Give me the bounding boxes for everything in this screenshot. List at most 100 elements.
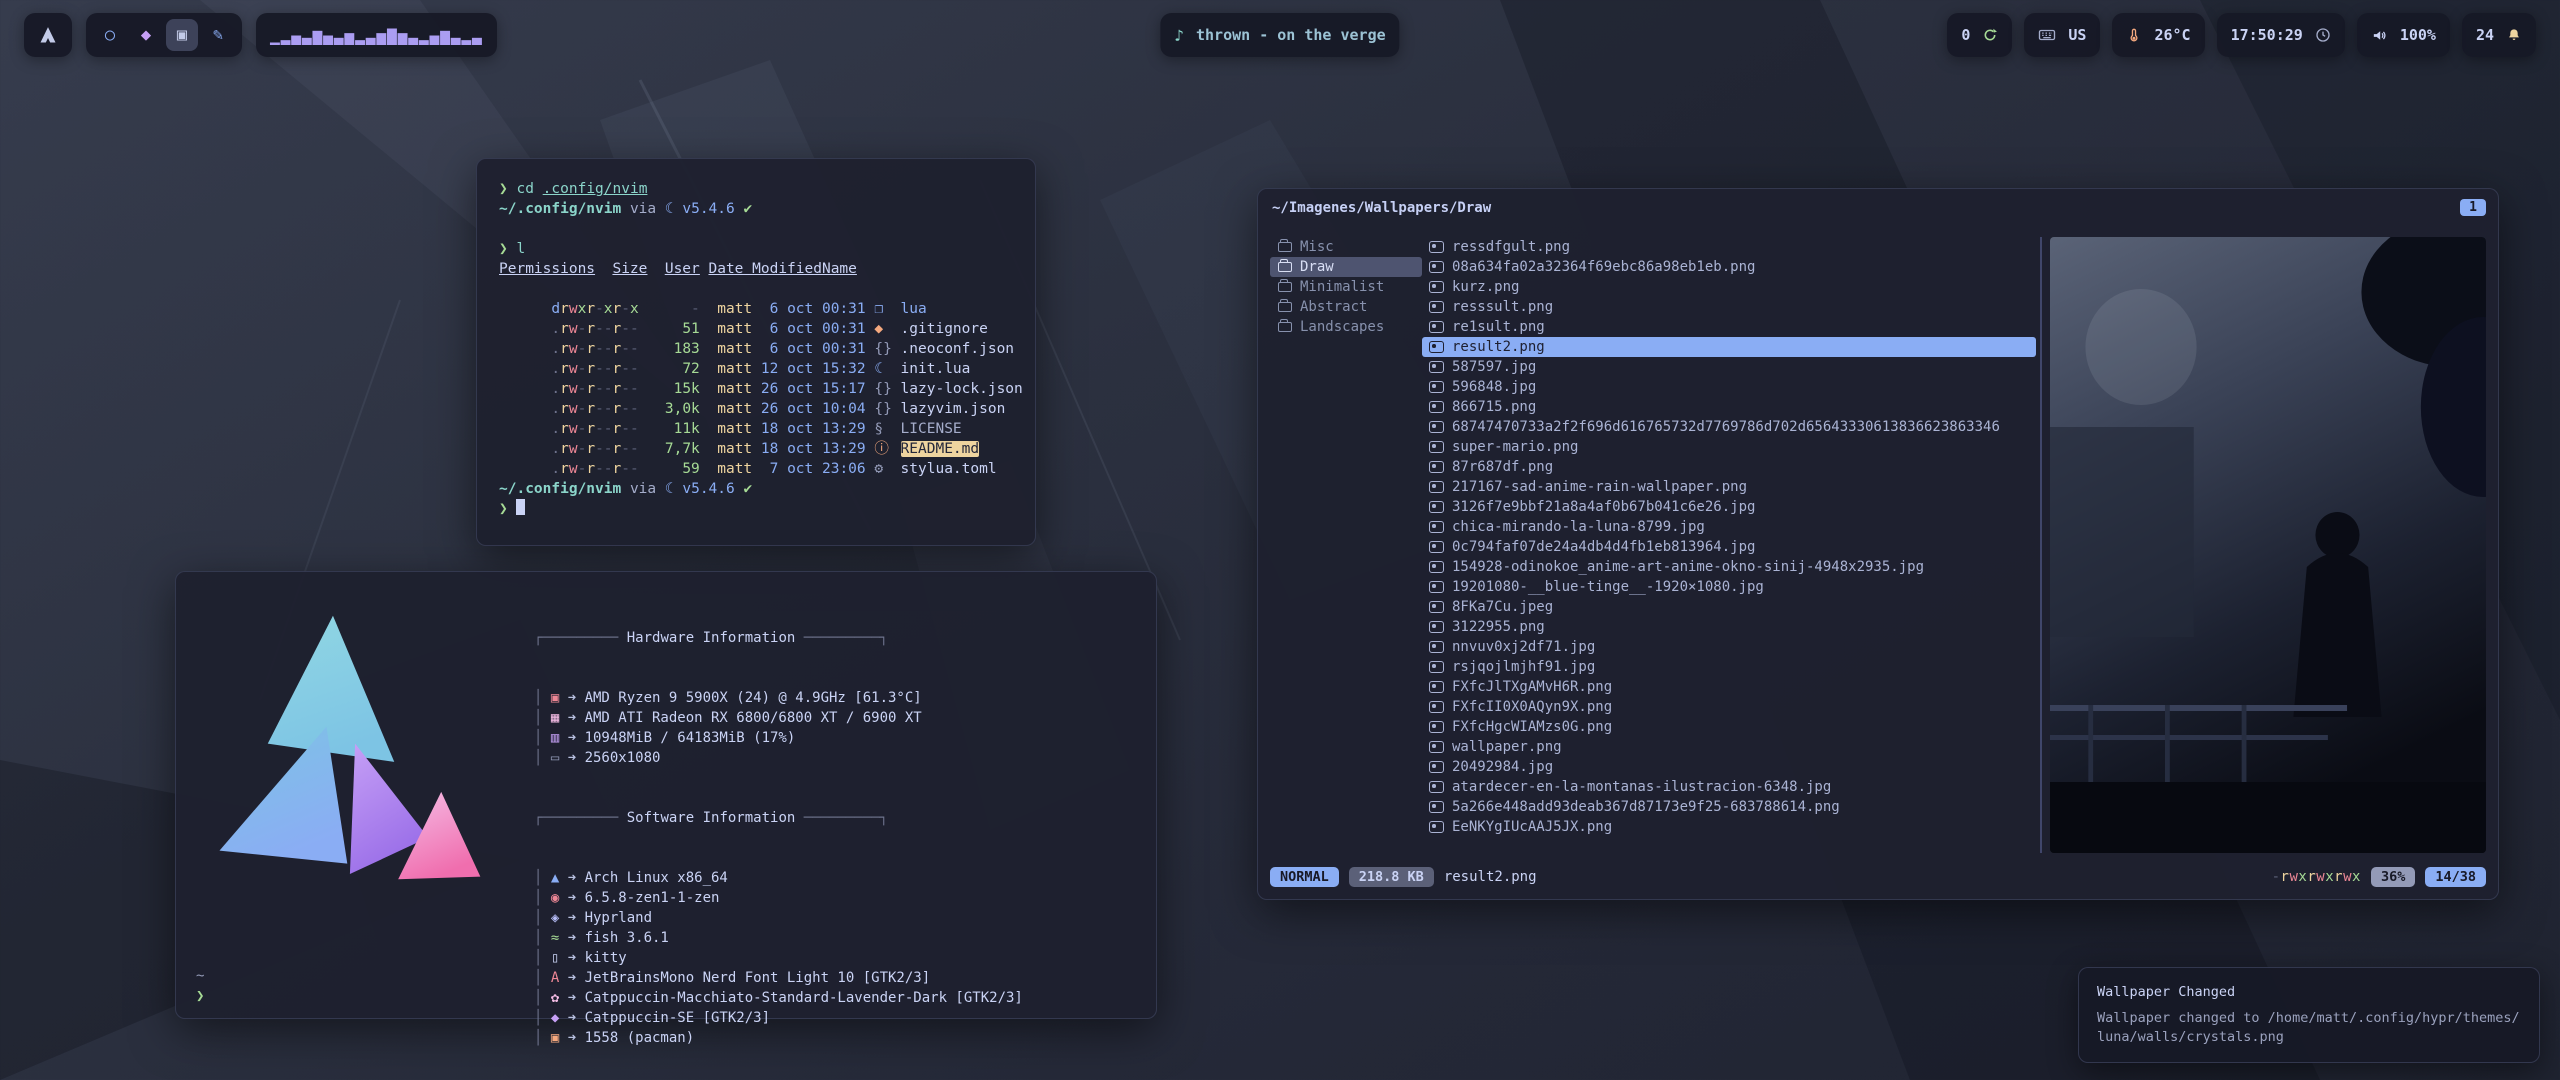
keyboard-layout-module[interactable]: US (2024, 13, 2100, 57)
file-name: 5a266e448add93deab367d87173e9f25-6837886… (1452, 799, 1840, 815)
file-permissions: -rwxrwxrwx (2272, 869, 2361, 885)
fetch-prompt[interactable]: ~ ❯ (196, 966, 204, 1006)
arrow-icon: ➜ (568, 950, 576, 966)
file-item[interactable]: super-mario.png (1422, 437, 2036, 457)
prompt-path-line: ~/.config/nvim via ☾ v5.4.6 ✔ (499, 199, 1013, 219)
file-size: 72 (656, 359, 700, 379)
fetch-info-row: │A➜JetBrainsMono Nerd Font Light 10 [GTK… (534, 968, 1023, 988)
preview-image (2050, 237, 2486, 853)
file-item[interactable]: 20492984.jpg (1422, 757, 2036, 777)
launcher-module[interactable] (24, 13, 72, 57)
directory-name: Draw (1300, 259, 1334, 275)
workspace-browser[interactable]: ○ (94, 19, 126, 51)
file-name: nnvuv0xj2df71.jpg (1452, 639, 1595, 655)
tab-badge[interactable]: 1 (2460, 199, 2486, 216)
file-item[interactable]: 3122955.png (1422, 617, 2036, 637)
updates-module[interactable]: 0 (1947, 13, 2012, 57)
info-text: 1558 (pacman) (585, 1030, 695, 1046)
workspace-editor[interactable]: ◆ (130, 19, 162, 51)
file-item[interactable]: rsjqojlmjhf91.jpg (1422, 657, 2036, 677)
workspace-draw[interactable]: ✎ (202, 19, 234, 51)
file-owner: matt (717, 439, 761, 459)
file-item[interactable]: 587597.jpg (1422, 357, 2036, 377)
music-note-icon: ♪ (1174, 26, 1184, 45)
info-text: AMD ATI Radeon RX 6800/6800 XT / 6900 XT (585, 710, 922, 726)
file-name: 596848.jpg (1452, 379, 1536, 395)
file-owner: matt (717, 399, 761, 419)
current-directory: ~/.config/nvim (499, 201, 621, 217)
file-manager-header: ~/Imagenes/Wallpapers/Draw 1 (1272, 199, 2486, 216)
cava-bars: ▁▂▄▃▆▄▃▅▂▃▅▇▅▃▂▄▆▃▂▃ (270, 28, 483, 44)
file-item[interactable]: FXfcHgcWIAMzs0G.png (1422, 717, 2036, 737)
file-name: result2.png (1452, 339, 1545, 355)
fastfetch-window[interactable]: ┌───────── Hardware Information ────────… (175, 571, 1157, 1019)
media-player-module[interactable]: ♪ thrown - on the verge (1160, 13, 1399, 57)
arrow-icon: ➜ (568, 870, 576, 886)
directory-item[interactable]: Draw (1270, 257, 1422, 277)
file-name: 3122955.png (1452, 619, 1545, 635)
file-item[interactable]: 5a266e448add93deab367d87173e9f25-6837886… (1422, 797, 2036, 817)
file-manager-window[interactable]: ~/Imagenes/Wallpapers/Draw 1 Misc Draw M… (1257, 188, 2499, 900)
check-icon: ✔ (743, 201, 752, 217)
file-item[interactable]: 217167-sad-anime-rain-wallpaper.png (1422, 477, 2036, 497)
file-item[interactable]: 19201080-__blue-tinge__-1920×1080.jpg (1422, 577, 2036, 597)
file-size: - (656, 299, 700, 319)
directory-item[interactable]: Landscapes (1270, 317, 1422, 337)
scroll-percent-badge: 36% (2371, 867, 2415, 887)
notification-toast[interactable]: Wallpaper Changed Wallpaper changed to /… (2078, 967, 2540, 1063)
file-item[interactable]: nnvuv0xj2df71.jpg (1422, 637, 2036, 657)
box-border: │ (534, 690, 542, 706)
arrow-icon: ➜ (568, 890, 576, 906)
file-item[interactable]: 87r687df.png (1422, 457, 2036, 477)
file-item[interactable]: wallpaper.png (1422, 737, 2036, 757)
file-date: 7 oct 23:06 (761, 459, 874, 479)
weather-module[interactable]: 26°C (2112, 13, 2204, 57)
fetch-info-row: │◉➜6.5.8-zen1-1-zen (534, 888, 1023, 908)
file-item[interactable]: result2.png (1422, 337, 2036, 357)
file-item[interactable]: FXfcJlTXgAMvH6R.png (1422, 677, 2036, 697)
file-name: LICENSE (901, 421, 962, 437)
file-item[interactable]: 866715.png (1422, 397, 2036, 417)
box-border: │ (534, 910, 542, 926)
workspace-files-active[interactable]: ▣ (166, 19, 198, 51)
file-item[interactable]: atardecer-en-la-montanas-ilustracion-634… (1422, 777, 2036, 797)
file-item[interactable]: 3126f7e9bbf21a8a4af0b67b041c6e26.jpg (1422, 497, 2036, 517)
volume-module[interactable]: 100% (2357, 13, 2450, 57)
file-permissions: .rw-r--r-- (551, 319, 656, 339)
image-file-icon (1429, 521, 1444, 533)
notification-count: 24 (2476, 26, 2494, 44)
terminal-prompt-line[interactable]: ❯ (499, 499, 1013, 519)
directory-item[interactable]: Misc (1270, 237, 1422, 257)
file-item[interactable]: 8FKa7Cu.jpeg (1422, 597, 2036, 617)
file-item[interactable]: kurz.png (1422, 277, 2036, 297)
file-item[interactable]: re1sult.png (1422, 317, 2036, 337)
terminal-window[interactable]: ❯ cd .config/nvim ~/.config/nvim via ☾ v… (476, 158, 1036, 546)
info-icon: ▦ (551, 708, 568, 728)
top-bar-right: 0 US 26°C 17:50:29 (1947, 13, 2536, 57)
file-item[interactable]: EeNKYgIUcAAJ5JX.png (1422, 817, 2036, 837)
box-border: │ (534, 750, 542, 766)
top-bar-center: ♪ thrown - on the verge (1160, 13, 1399, 57)
directory-item[interactable]: Abstract (1270, 297, 1422, 317)
file-size: 11k (656, 419, 700, 439)
directory-item[interactable]: Minimalist (1270, 277, 1422, 297)
file-size: 183 (656, 339, 700, 359)
directory-pane: Misc Draw Minimalist Abstract Landscapes (1270, 237, 1422, 853)
file-item[interactable]: 596848.jpg (1422, 377, 2036, 397)
audio-visualizer-module[interactable]: ▁▂▄▃▆▄▃▅▂▃▅▇▅▃▂▄▆▃▂▃ (256, 13, 497, 57)
file-item[interactable]: 68747470733a2f2f696d616765732d7769786d70… (1422, 417, 2036, 437)
file-item[interactable]: FXfcII0X0AQyn9X.png (1422, 697, 2036, 717)
file-item[interactable]: 08a634fa02a32364f69ebc86a98eb1eb.png (1422, 257, 2036, 277)
pane-divider (2040, 237, 2042, 853)
clock-module[interactable]: 17:50:29 (2217, 13, 2345, 57)
file-item[interactable]: 154928-odinokoe_anime-art-anime-okno-sin… (1422, 557, 2036, 577)
updates-icon (1982, 27, 1998, 43)
file-name: lua (901, 301, 927, 317)
notifications-module[interactable]: 24 (2462, 13, 2536, 57)
file-item[interactable]: ressdfgult.png (1422, 237, 2036, 257)
file-item[interactable]: 0c794faf07de24a4db4d4fb1eb813964.jpg (1422, 537, 2036, 557)
file-item[interactable]: resssult.png (1422, 297, 2036, 317)
file-name: 587597.jpg (1452, 359, 1536, 375)
file-item[interactable]: chica-mirando-la-luna-8799.jpg (1422, 517, 2036, 537)
file-name: init.lua (901, 361, 971, 377)
